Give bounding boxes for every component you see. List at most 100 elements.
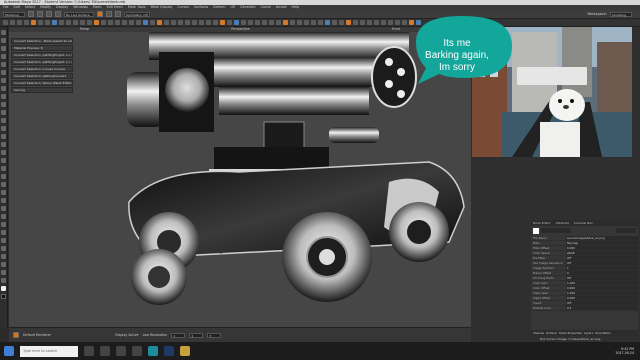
shelf-tool-icon[interactable] [339, 20, 344, 25]
shelf-tool-icon[interactable] [381, 20, 386, 25]
shelf-tool-icon[interactable] [94, 20, 99, 25]
graph-icon[interactable] [1, 110, 6, 115]
paint-select-icon[interactable] [1, 46, 6, 51]
scale-tool-icon[interactable] [1, 70, 6, 75]
attribute-value[interactable]: Off [566, 256, 638, 260]
photoshop-icon[interactable] [164, 346, 174, 356]
uv-editor-icon[interactable] [1, 126, 6, 131]
shelf-tool-icon[interactable] [80, 20, 85, 25]
outliner-icon[interactable] [1, 102, 6, 107]
shelf-tool-icon[interactable] [66, 20, 71, 25]
attribute-value[interactable]: 0.000 [566, 246, 638, 250]
attribute-value[interactable]: 1.000 [566, 281, 638, 285]
history-item[interactable]: Convert Selection: pathingConvert [11, 73, 73, 79]
sculpt-icon[interactable] [1, 142, 6, 147]
fill-icon[interactable] [1, 238, 6, 243]
shelf-tool-icon[interactable] [283, 20, 288, 25]
repeat-icon[interactable] [1, 206, 6, 211]
history-item[interactable]: Material Preview: D [11, 45, 73, 51]
shelf-tool-icon[interactable] [129, 20, 134, 25]
windows-start-icon[interactable] [4, 346, 14, 356]
maya-icon[interactable] [148, 346, 158, 356]
panel-tab[interactable]: Shelves [533, 330, 544, 336]
shelf-tool-icon[interactable] [199, 20, 204, 25]
rotate-tool-icon[interactable] [1, 62, 6, 67]
shelf-tool-icon[interactable] [346, 20, 351, 25]
attribute-value[interactable]: sRGB [566, 251, 638, 255]
tank-model[interactable] [9, 32, 471, 327]
shelf-tool-icon[interactable] [332, 20, 337, 25]
attribute-value[interactable]: sourceimages/tank_ao.png [566, 236, 638, 240]
shelf-tool-icon[interactable] [262, 20, 267, 25]
select-tool-icon[interactable] [1, 30, 6, 35]
symmetry-field[interactable]: Symmetry: Off [124, 11, 150, 17]
panel-tab[interactable]: Layers [584, 330, 593, 336]
attribute-value[interactable]: 0.5 [566, 306, 638, 310]
shelf-tool-icon[interactable] [213, 20, 218, 25]
shelf-tool-icon[interactable] [325, 20, 330, 25]
wax-icon[interactable] [1, 222, 6, 227]
attribute-value[interactable]: 1.000 [566, 291, 638, 295]
attribute-value[interactable]: Off [566, 301, 638, 305]
shelf-tool-icon[interactable] [45, 20, 50, 25]
viewport-panel[interactable]: Persp Perspective Front Convert Selectio… [9, 27, 471, 327]
attribute-value[interactable]: Mipmap [566, 241, 638, 245]
background-color-swatch[interactable] [1, 294, 6, 299]
frame-field-3[interactable]: 3 [207, 332, 222, 338]
panel-tab[interactable]: Outliner [546, 330, 557, 336]
key-icon[interactable] [13, 332, 19, 338]
color-swatch[interactable] [533, 228, 539, 234]
save-icon[interactable] [37, 11, 43, 17]
shelf-tool-icon[interactable] [87, 20, 92, 25]
layout-four-icon[interactable] [1, 86, 6, 91]
presets-button[interactable] [616, 228, 636, 233]
shelf-tool-icon[interactable] [143, 20, 148, 25]
grab-icon[interactable] [1, 166, 6, 171]
shelf-tool-icon[interactable] [108, 20, 113, 25]
shelf-tool-icon[interactable] [360, 20, 365, 25]
file-icon[interactable] [28, 11, 34, 17]
shelf-tool-icon[interactable] [17, 20, 22, 25]
panel-tab[interactable]: Orientation [595, 330, 611, 336]
shelf-tool-icon[interactable] [395, 20, 400, 25]
snap-point-icon[interactable] [115, 11, 121, 17]
attribute-value[interactable]: Off [566, 261, 638, 265]
shelf-tool-icon[interactable] [185, 20, 190, 25]
attribute-value[interactable]: 1 [566, 266, 638, 270]
spray-icon[interactable] [1, 198, 6, 203]
scrape-icon[interactable] [1, 230, 6, 235]
shelf-tool-icon[interactable] [297, 20, 302, 25]
history-item[interactable]: Convert Selection -pathingProject +> Ori… [11, 59, 73, 65]
shelf-tool-icon[interactable] [24, 20, 29, 25]
shelf-tool-icon[interactable] [3, 20, 8, 25]
shelf-tool-icon[interactable] [318, 20, 323, 25]
shelf-tool-icon[interactable] [367, 20, 372, 25]
frame-field-1[interactable]: 1 [171, 332, 186, 338]
attribute-tab[interactable]: Channel Box [572, 220, 595, 226]
freeze-icon[interactable] [1, 278, 6, 283]
pinch-icon[interactable] [1, 174, 6, 179]
attribute-tab[interactable]: Attribute [554, 220, 571, 226]
attribute-value[interactable]: Off [566, 276, 638, 280]
attribute-value[interactable]: 0 [566, 271, 638, 275]
shelf-tool-icon[interactable] [255, 20, 260, 25]
frame-field-2[interactable]: 2 [189, 332, 204, 338]
hypershade-icon[interactable] [1, 118, 6, 123]
shelf-tool-icon[interactable] [206, 20, 211, 25]
foamy-icon[interactable] [1, 190, 6, 195]
knife-icon[interactable] [1, 246, 6, 251]
shelf-tool-icon[interactable] [311, 20, 316, 25]
relax-icon[interactable] [1, 158, 6, 163]
shelf-tool-icon[interactable] [220, 20, 225, 25]
layout-single-icon[interactable] [1, 78, 6, 83]
render-icon[interactable] [1, 134, 6, 139]
shelf-tool-icon[interactable] [59, 20, 64, 25]
shelf-tool-icon[interactable] [171, 20, 176, 25]
shelf-tool-icon[interactable] [241, 20, 246, 25]
amplify-icon[interactable] [1, 270, 6, 275]
shelf-tool-icon[interactable] [115, 20, 120, 25]
shelf-tool-icon[interactable] [192, 20, 197, 25]
shelf-tool-icon[interactable] [388, 20, 393, 25]
move-tool-icon[interactable] [1, 54, 6, 59]
live-surface-field[interactable]: No Live Surface [64, 11, 94, 17]
